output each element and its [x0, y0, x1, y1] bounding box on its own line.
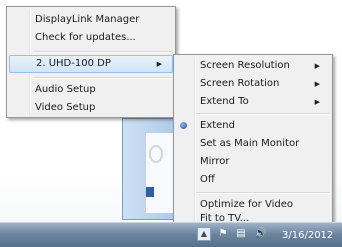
menu-separator [33, 51, 172, 53]
menu-item-optimize-video[interactable]: Optimize for Video [176, 196, 330, 214]
menu-separator [196, 192, 329, 194]
action-center-flag-icon[interactable]: ⚑ [216, 227, 230, 241]
submenu-arrow-icon: ▶ [314, 62, 320, 70]
network-icon[interactable]: ▤ [234, 227, 248, 241]
menu-item-label: Check for updates... [35, 32, 136, 43]
show-hidden-icons-icon[interactable]: ▲ [197, 227, 211, 241]
menu-item-label: Video Setup [35, 102, 96, 113]
selected-radio-bullet-icon [180, 122, 187, 129]
menu-item-label: Optimize for Video [200, 199, 293, 210]
menu-item-label: Set as Main Monitor [200, 138, 300, 149]
taskbar: ▲ ⚑ ▤ 🔊 3/16/2012 [0, 222, 342, 247]
menu-item-video-setup[interactable]: Video Setup [9, 99, 173, 117]
menu-item-extend[interactable]: Extend [176, 117, 330, 135]
menu-item-label: Screen Rotation [200, 78, 280, 89]
menu-separator [33, 77, 172, 79]
submenu-arrow-icon: ▶ [314, 98, 320, 106]
volume-icon[interactable]: 🔊 [254, 227, 268, 241]
menu-item-set-main-monitor[interactable]: Set as Main Monitor [176, 135, 330, 153]
menu-item-check-updates[interactable]: Check for updates... [9, 29, 173, 47]
menu-item-label: Screen Resolution [200, 60, 290, 71]
menu-separator [196, 113, 329, 115]
menu-item-extend-to[interactable]: Extend To ▶ [176, 93, 330, 111]
menu-item-label: Extend [200, 120, 235, 131]
menu-item-screen-rotation[interactable]: Screen Rotation ▶ [176, 75, 330, 93]
menu-item-label: DisplayLink Manager [35, 14, 140, 25]
background-window-icon [149, 145, 163, 163]
menu-item-label: Mirror [200, 156, 230, 167]
submenu-arrow-icon: ▶ [314, 80, 320, 88]
menu-item-label: 2. UHD-100 DP [36, 58, 111, 69]
menu-item-screen-resolution[interactable]: Screen Resolution ▶ [176, 57, 330, 75]
taskbar-clock[interactable]: 3/16/2012 [282, 230, 333, 241]
menu-item-mirror[interactable]: Mirror [176, 153, 330, 171]
menu-item-off[interactable]: Off [176, 171, 330, 189]
menu-item-label: Audio Setup [35, 84, 96, 95]
submenu-arrow-icon: ▶ [156, 60, 162, 68]
menu-item-audio-setup[interactable]: Audio Setup [9, 81, 173, 99]
menu-item-displaylink-manager[interactable]: DisplayLink Manager [9, 11, 173, 29]
menu-item-label: Off [200, 174, 215, 185]
menu-item-uhd-100-dp[interactable]: 2. UHD-100 DP ▶ [9, 55, 173, 73]
displaylink-context-menu: DisplayLink Manager Check for updates...… [6, 6, 176, 118]
menu-item-label: Extend To [200, 96, 249, 107]
background-window-mark [146, 187, 154, 197]
uhd-100-dp-submenu: Screen Resolution ▶ Screen Rotation ▶ Ex… [173, 54, 333, 226]
